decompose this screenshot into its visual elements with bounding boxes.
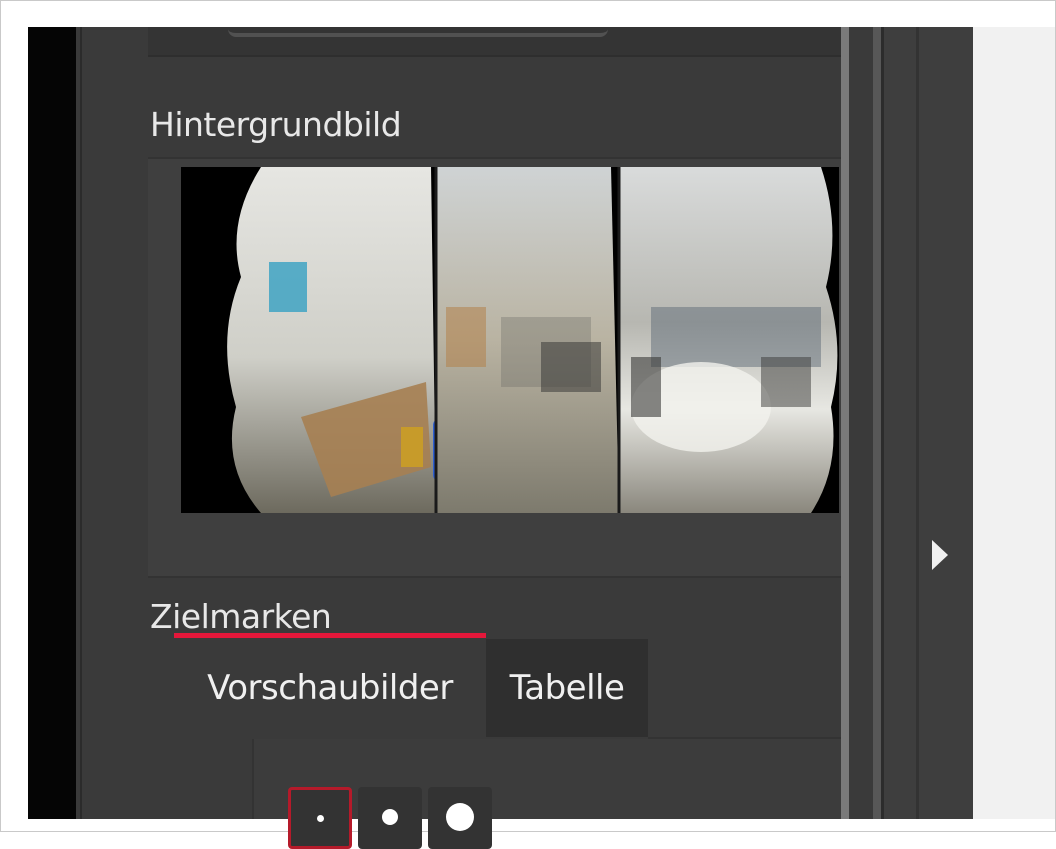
panel-border xyxy=(80,27,82,819)
tab-table[interactable]: Tabelle xyxy=(486,639,648,737)
left-dark-strip xyxy=(28,27,76,819)
canvas-area xyxy=(973,27,1055,819)
tab-thumbnails[interactable]: Vorschaubilder xyxy=(174,639,486,737)
previous-section-edge xyxy=(228,27,608,37)
active-tab-indicator xyxy=(174,633,486,638)
target-markers-tabs: Vorschaubilder Tabelle xyxy=(174,633,841,739)
scrollbar-rail xyxy=(841,27,849,819)
marker-size-large-button[interactable] xyxy=(428,787,492,849)
collapse-bar-divider xyxy=(916,27,919,819)
previous-section-stub xyxy=(148,27,841,57)
chevron-right-icon[interactable] xyxy=(928,537,952,573)
target-markers-title: Zielmarken xyxy=(150,597,332,636)
marker-size-medium-button[interactable] xyxy=(358,787,422,849)
small-dot-icon xyxy=(317,815,324,822)
marker-size-small-button[interactable] xyxy=(288,787,352,849)
panel-scrollbar[interactable] xyxy=(841,27,881,819)
medium-dot-icon xyxy=(382,809,398,825)
large-dot-icon xyxy=(446,803,474,831)
background-image-preview[interactable] xyxy=(181,167,839,513)
thumbnails-content xyxy=(252,739,843,849)
background-image-title: Hintergrundbild xyxy=(150,105,402,144)
panorama-image xyxy=(181,167,839,513)
properties-panel: Hintergrundbild Zielmarken Vorschaubilde… xyxy=(76,27,843,849)
panel-collapse-bar xyxy=(881,27,976,819)
scrollbar-rail-secondary xyxy=(873,27,881,819)
